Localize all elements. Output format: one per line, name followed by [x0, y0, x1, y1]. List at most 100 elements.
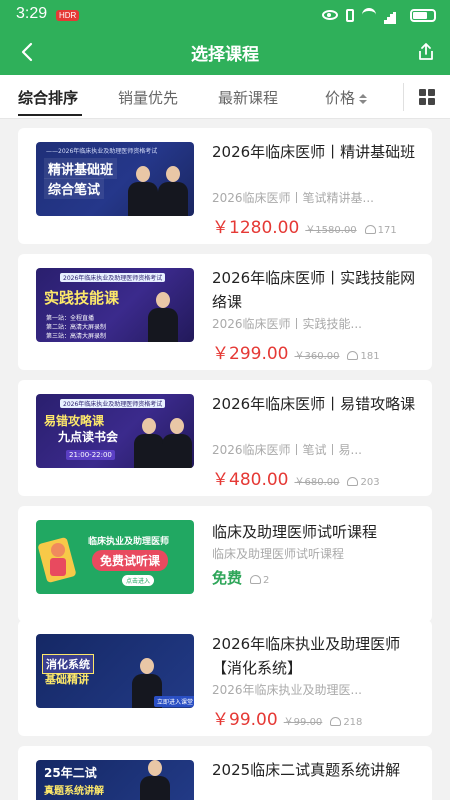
lecturer-photo [128, 166, 158, 216]
lecturer-photo [162, 418, 192, 468]
course-price: ￥99.00 [212, 710, 278, 730]
course-thumbnail: 临床执业及助理医师 免费试听课 点击进入 [36, 520, 194, 594]
course-title: 2026年临床执业及助理医师【消化系统】 [212, 635, 401, 677]
price-row: ￥1280.00 ￥1580.00 171 [212, 213, 420, 238]
course-subtitle: 临床及助理医师试听课程 [212, 547, 345, 561]
learner-count-value: 203 [360, 477, 380, 488]
learner-count: 2 [250, 575, 269, 586]
tab-sales-first[interactable]: 销量优先 [118, 87, 178, 108]
course-card[interactable]: 25年二试 真题系统讲解 2025临床二试真题系统讲解 [18, 746, 432, 800]
original-price: ￥1580.00 [305, 225, 357, 236]
share-icon[interactable] [416, 42, 436, 62]
price-row: ￥480.00 ￥680.00 203 [212, 465, 420, 490]
original-price: ￥680.00 [294, 477, 340, 488]
thumb-line2: 综合笔试 [44, 178, 105, 199]
active-tab-indicator [18, 114, 82, 116]
price-row: 免费 2 [212, 567, 420, 589]
learner-count: 171 [364, 225, 397, 236]
status-bar: 3:29 HDR [0, 0, 450, 30]
course-price: ￥299.00 [212, 344, 289, 364]
learner-count-value: 171 [377, 225, 397, 236]
course-card[interactable]: 2026年临床执业及助理医师资格考试 易错攻略课 九点读书会 21:00-22:… [18, 380, 432, 496]
people-icon [330, 717, 342, 726]
course-title: 2026年临床医师丨易错攻略课 [212, 395, 416, 413]
tab-price[interactable]: 价格 [325, 87, 368, 108]
thumb-top-text: 2026年临床执业及助理医师资格考试 [60, 273, 166, 282]
eye-icon [322, 10, 338, 20]
course-subtitle: 2026临床医师丨笔试精讲基... [212, 191, 374, 205]
course-subtitle: 2026年临床执业及助理医... [212, 683, 362, 697]
status-icons [322, 6, 436, 24]
course-card[interactable]: ——2026年临床执业及助理医师资格考试 精讲基础班 综合笔试 2026年临床医… [18, 128, 432, 244]
course-subtitle: 2026临床医师丨笔试丨易... [212, 443, 362, 457]
people-icon [250, 575, 262, 584]
lecturer-photo [134, 418, 164, 468]
signal-icon [384, 9, 402, 24]
thumb-top-text: ——2026年临床执业及助理医师资格考试 [46, 148, 158, 155]
thumb-top-text: 2026年临床执业及助理医师资格考试 [60, 399, 166, 408]
course-thumbnail: 2026年临床执业及助理医师资格考试 易错攻略课 九点读书会 21:00-22:… [36, 394, 194, 468]
original-price: ￥99.00 [283, 717, 323, 728]
vibrate-icon [346, 8, 354, 22]
thumb-line1: 25年二试 [44, 766, 97, 780]
people-icon [347, 477, 359, 486]
lecturer-photo [140, 760, 170, 800]
thumb-line2: 免费试听课 [92, 550, 169, 571]
battery-icon [410, 8, 436, 22]
thumb-button: 立即进入课堂 [154, 696, 194, 707]
thumb-line2: 九点读书会 [58, 430, 119, 444]
course-title: 2026年临床医师丨实践技能网络课 [212, 269, 416, 311]
course-thumbnail: 25年二试 真题系统讲解 [36, 760, 194, 800]
thumb-button: 点击进入 [122, 575, 155, 586]
price-row: ￥99.00 ￥99.00 218 [212, 705, 420, 730]
course-card[interactable]: 临床执业及助理医师 免费试听课 点击进入 临床及助理医师试听课程 临床及助理医师… [18, 506, 432, 622]
thumb-item: 第三站：高清大屏录制 [46, 333, 107, 340]
illustration-icon [38, 537, 76, 583]
thumb-line1: 精讲基础班 [44, 158, 118, 179]
learner-count: 181 [347, 351, 380, 362]
tab-newest-courses[interactable]: 最新课程 [218, 87, 278, 108]
course-thumbnail: ——2026年临床执业及助理医师资格考试 精讲基础班 综合笔试 [36, 142, 194, 216]
learner-count: 218 [330, 717, 362, 728]
learner-count-value: 181 [360, 351, 380, 362]
course-thumbnail: 2026年临床执业及助理医师资格考试 实践技能课 第一站：全程直播 第二站：高清… [36, 268, 194, 342]
thumb-line2: 真题系统讲解 [44, 786, 104, 797]
price-row: ￥299.00 ￥360.00 181 [212, 339, 420, 364]
tab-price-label: 价格 [325, 89, 356, 107]
nav-bar: 选择课程 [0, 30, 450, 75]
wifi-icon [362, 8, 376, 22]
course-title: 2026年临床医师丨精讲基础班 [212, 143, 416, 161]
app-header: 3:29 HDR 选择课程 [0, 0, 450, 75]
thumb-line2: 基础精讲 [45, 673, 89, 686]
course-card[interactable]: 消化系统 基础精讲 立即进入课堂 2026年临床执业及助理医师【消化系统】 20… [18, 620, 432, 736]
course-price: 免费 [212, 569, 243, 587]
course-subtitle: 2026临床医师丨实践技能... [212, 317, 362, 331]
course-title: 2025临床二试真题系统讲解 [212, 761, 401, 779]
thumb-line1: 临床执业及助理医师 [88, 537, 170, 547]
lecturer-photo [158, 166, 188, 216]
thumb-line1: 易错攻略课 [44, 414, 105, 428]
page-title: 选择课程 [191, 45, 259, 65]
lecturer-photo [148, 292, 178, 342]
status-badge: HDR [56, 10, 80, 21]
course-price: ￥480.00 [212, 470, 289, 490]
thumb-item: 第一站：全程直播 [46, 315, 95, 322]
thumb-line1: 实践技能课 [44, 289, 120, 307]
status-time: 3:29 [16, 5, 48, 22]
original-price: ￥360.00 [294, 351, 340, 362]
people-icon [347, 351, 359, 360]
grid-view-icon[interactable] [419, 89, 435, 105]
learner-count-value: 2 [263, 575, 270, 586]
course-price: ￥1280.00 [212, 218, 300, 238]
learner-count: 203 [347, 477, 380, 488]
course-title: 临床及助理医师试听课程 [212, 523, 378, 541]
thumb-time: 21:00-22:00 [66, 450, 115, 460]
people-icon [364, 225, 376, 234]
sort-divider [403, 83, 404, 111]
course-thumbnail: 消化系统 基础精讲 立即进入课堂 [36, 634, 194, 708]
sort-arrows-icon [359, 93, 368, 104]
course-card[interactable]: 2026年临床执业及助理医师资格考试 实践技能课 第一站：全程直播 第二站：高清… [18, 254, 432, 370]
sort-bar: 综合排序 销量优先 最新课程 价格 [0, 75, 450, 119]
tab-comprehensive-sort[interactable]: 综合排序 [18, 87, 78, 108]
thumb-item: 第二站：高清大屏录制 [46, 324, 107, 331]
